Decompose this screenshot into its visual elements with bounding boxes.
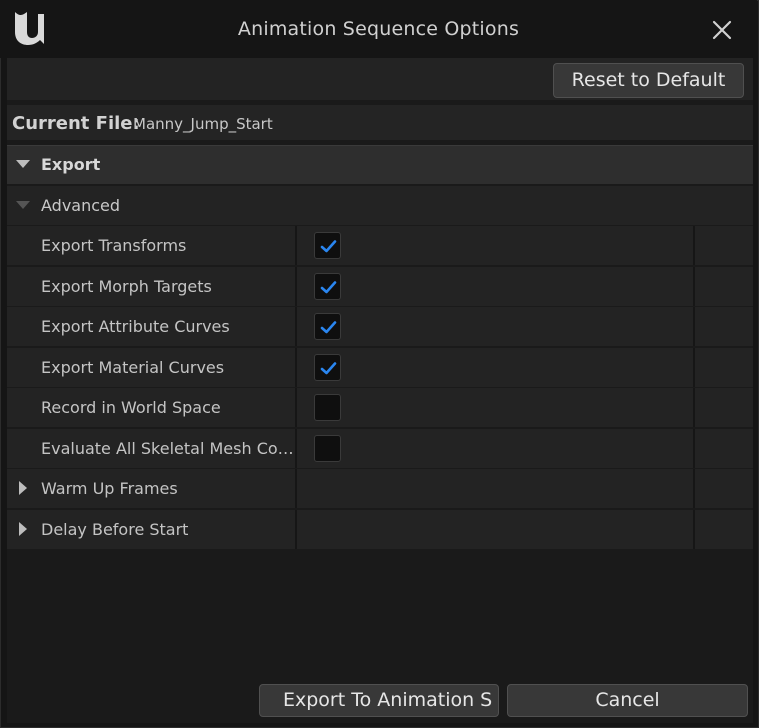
column-divider (693, 226, 695, 265)
checkmark-icon (320, 281, 337, 294)
cancel-button[interactable]: Cancel (507, 684, 748, 717)
column-divider[interactable] (295, 469, 297, 508)
export-section-header[interactable] (7, 145, 753, 184)
export-morph-targets-checkbox[interactable] (314, 273, 341, 300)
expand-arrow-icon[interactable] (19, 481, 27, 495)
property-label: Export Material Curves (41, 358, 225, 377)
dialog-title: Animation Sequence Options (237, 18, 520, 40)
checkmark-icon (320, 362, 337, 375)
column-divider[interactable] (295, 429, 297, 468)
property-label: Export Transforms (41, 236, 187, 255)
column-divider (693, 307, 695, 346)
property-label: Export Attribute Curves (41, 317, 230, 336)
column-divider[interactable] (295, 226, 297, 265)
column-divider (693, 348, 695, 387)
close-icon[interactable] (708, 16, 736, 44)
property-label: Evaluate All Skeletal Mesh Compo… (41, 439, 296, 458)
property-label: Warm Up Frames (41, 479, 178, 498)
expand-arrow-icon[interactable] (19, 522, 27, 536)
export-transforms-checkbox[interactable] (314, 232, 341, 259)
property-row-export-material-curves: Export Material Curves (7, 348, 753, 387)
property-label: Record in World Space (41, 398, 221, 417)
property-row-export-morph-targets: Export Morph Targets (7, 267, 753, 306)
export-section-label: Export (41, 155, 101, 174)
column-divider (693, 267, 695, 306)
reset-to-default-button[interactable]: Reset to Default (553, 63, 744, 98)
property-row-export-attribute-curves: Export Attribute Curves (7, 307, 753, 346)
record-in-world-space-checkbox[interactable] (314, 394, 341, 421)
column-divider (693, 469, 695, 508)
property-row-record-in-world-space: Record in World Space (7, 388, 753, 427)
column-divider[interactable] (295, 307, 297, 346)
expand-arrow-icon[interactable] (16, 201, 30, 209)
column-divider[interactable] (295, 348, 297, 387)
property-row-delay-before-start[interactable]: Delay Before Start (7, 510, 753, 549)
property-label: Delay Before Start (41, 520, 189, 539)
column-divider[interactable] (295, 510, 297, 549)
column-divider (693, 510, 695, 549)
property-label: Export Morph Targets (41, 277, 212, 296)
export-to-animation-sequence-button[interactable]: Export To Animation S (259, 684, 499, 717)
evaluate-all-skeletal-mesh-checkbox[interactable] (314, 435, 341, 462)
checkmark-icon (320, 240, 337, 253)
column-divider (693, 429, 695, 468)
column-divider (693, 388, 695, 427)
property-row-export-transforms: Export Transforms (7, 226, 753, 265)
column-divider[interactable] (295, 388, 297, 427)
property-row-warm-up-frames[interactable]: Warm Up Frames (7, 469, 753, 508)
current-file-label: Current File: (12, 113, 140, 134)
title-bar[interactable]: Animation Sequence Options (0, 0, 757, 58)
advanced-section-label: Advanced (41, 196, 121, 215)
current-file-value: Manny_Jump_Start (133, 115, 273, 133)
property-row-evaluate-all-skeletal-mesh: Evaluate All Skeletal Mesh Compo… (7, 429, 753, 468)
column-divider[interactable] (295, 267, 297, 306)
checkmark-icon (320, 321, 337, 334)
export-material-curves-checkbox[interactable] (314, 354, 341, 381)
export-attribute-curves-checkbox[interactable] (314, 313, 341, 340)
expand-arrow-icon[interactable] (16, 160, 30, 168)
